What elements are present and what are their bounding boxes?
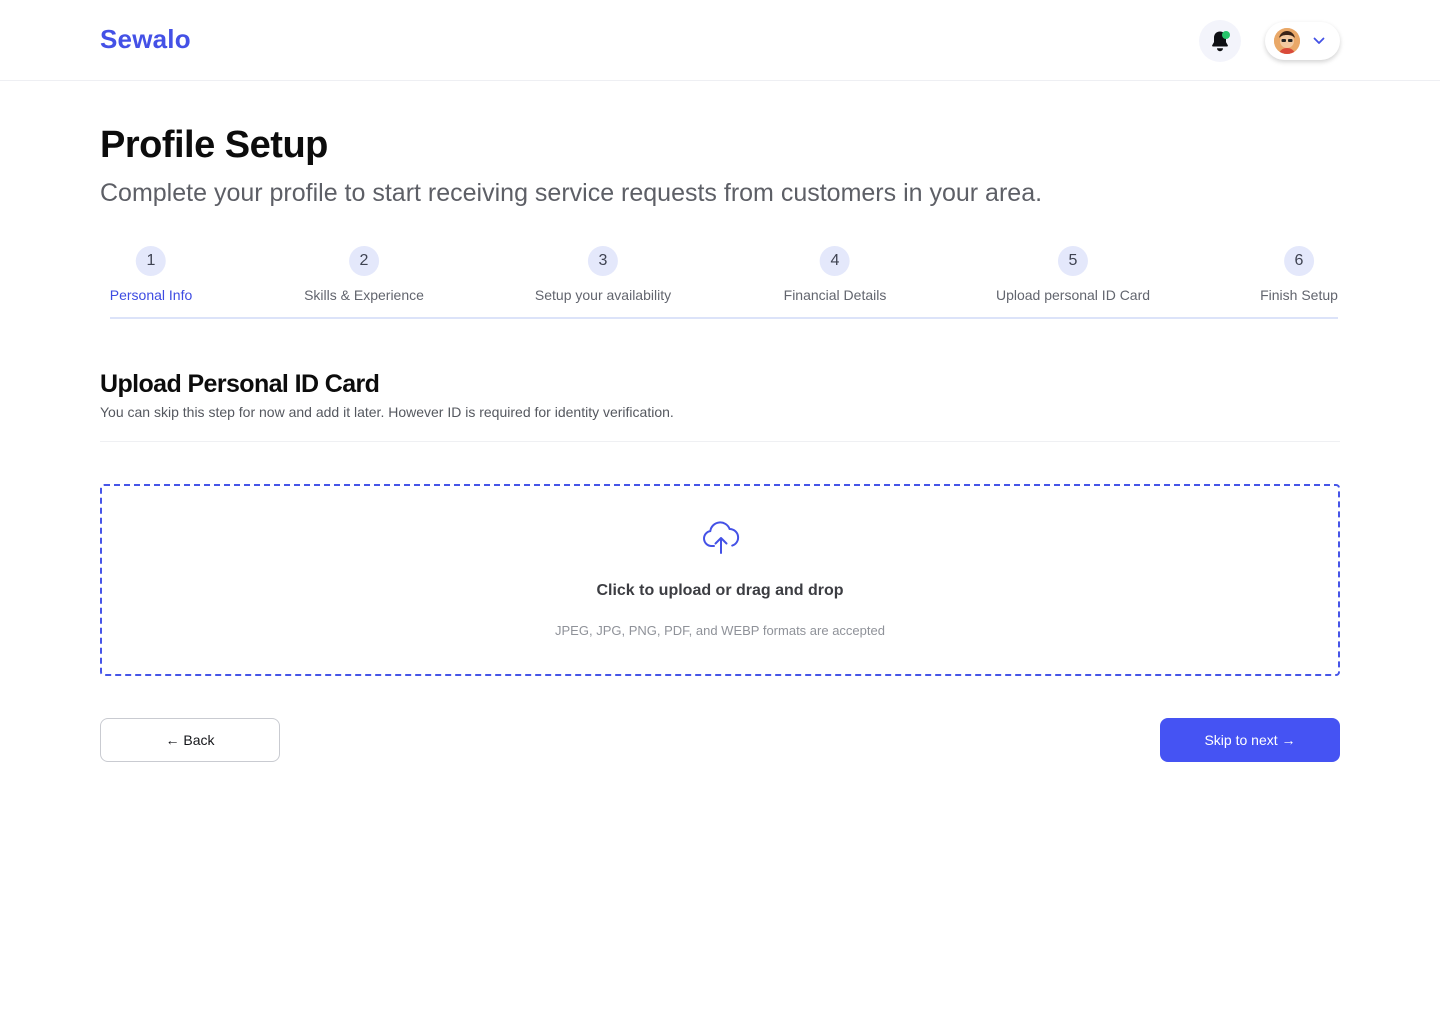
divider — [100, 441, 1340, 442]
progress-stepper: 1 Personal Info 2 Skills & Experience 3 … — [110, 246, 1338, 319]
skip-to-next-button[interactable]: Skip to next → — [1160, 718, 1340, 762]
avatar — [1274, 28, 1300, 54]
step-financial-details[interactable]: 4 Financial Details — [783, 246, 887, 303]
section-title: Upload Personal ID Card — [100, 370, 380, 398]
step-label: Financial Details — [783, 287, 887, 303]
notifications-button[interactable] — [1199, 20, 1241, 62]
step-skills-experience[interactable]: 2 Skills & Experience — [304, 246, 424, 303]
upload-title: Click to upload or drag and drop — [596, 582, 844, 599]
step-label: Setup your availability — [534, 287, 672, 303]
profile-menu-button[interactable] — [1265, 22, 1340, 60]
step-number: 2 — [348, 246, 379, 276]
section-description: You can skip this step for now and add i… — [100, 404, 674, 420]
cloud-upload-icon — [703, 521, 740, 554]
step-number: 1 — [136, 246, 166, 276]
page-title: Profile Setup — [100, 124, 328, 166]
step-label: Skills & Experience — [304, 287, 424, 303]
step-label: Upload personal ID Card — [995, 287, 1151, 303]
step-number: 5 — [1058, 246, 1088, 276]
step-availability[interactable]: 3 Setup your availability — [535, 246, 671, 303]
upload-hint: JPEG, JPG, PNG, PDF, and WEBP formats ar… — [555, 623, 885, 638]
step-number: 3 — [588, 246, 618, 276]
logo[interactable]: Sewalo — [100, 24, 191, 55]
id-card-dropzone[interactable]: Click to upload or drag and drop JPEG, J… — [100, 484, 1340, 676]
top-header: Sewalo — [0, 0, 1440, 81]
back-button[interactable]: ← Back — [100, 718, 280, 762]
step-number: 6 — [1283, 246, 1314, 276]
step-label: Personal Info — [109, 287, 193, 303]
notification-dot — [1222, 31, 1230, 39]
step-label: Finish Setup — [1260, 287, 1338, 303]
step-number: 4 — [820, 246, 850, 276]
step-upload-id[interactable]: 5 Upload personal ID Card — [996, 246, 1150, 303]
step-finish-setup[interactable]: 6 Finish Setup — [1260, 246, 1338, 303]
step-personal-info[interactable]: 1 Personal Info — [109, 246, 193, 303]
page-subtitle: Complete your profile to start receiving… — [100, 179, 1043, 207]
stepper-track — [110, 317, 1338, 319]
chevron-down-icon — [1313, 37, 1325, 44]
